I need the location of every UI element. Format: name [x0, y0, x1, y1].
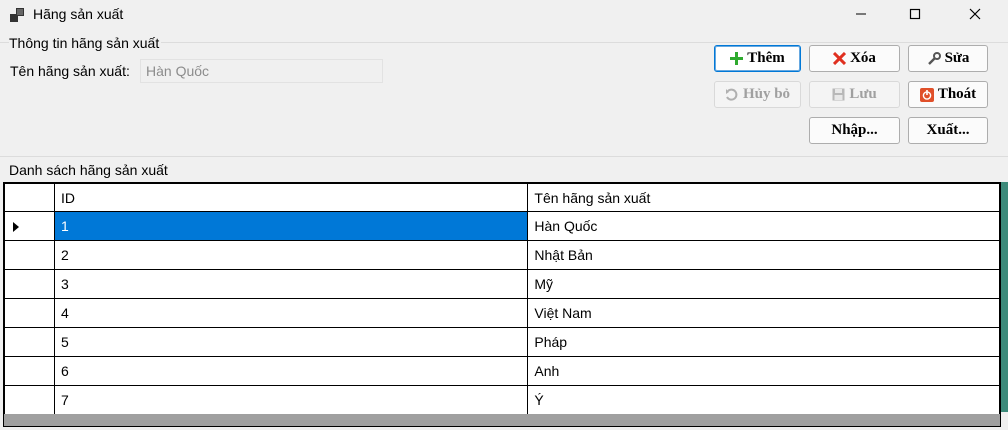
title-bar: Hãng sản xuất — [0, 0, 1008, 30]
list-group-legend: Danh sách hãng sản xuất — [9, 162, 168, 178]
row-header[interactable] — [4, 385, 55, 415]
import-button[interactable]: Nhập... — [809, 117, 900, 144]
cell-id[interactable]: 6 — [53, 356, 529, 386]
add-button[interactable]: Thêm — [714, 45, 801, 72]
row-header[interactable] — [4, 269, 55, 299]
cell-id[interactable]: 7 — [53, 385, 529, 415]
cell-id[interactable]: 2 — [53, 240, 529, 270]
row-header[interactable] — [4, 240, 55, 270]
name-input[interactable] — [140, 59, 383, 83]
cell-name[interactable]: Pháp — [527, 327, 1000, 357]
import-button-label: Nhập... — [831, 122, 878, 138]
undo-icon — [725, 88, 738, 101]
window-title: Hãng sản xuất — [33, 6, 124, 22]
minimize-button[interactable] — [838, 0, 884, 28]
save-button-label: Lưu — [849, 86, 877, 102]
cell-name[interactable]: Anh — [527, 356, 1000, 386]
table-row[interactable]: 5 Pháp — [4, 327, 1000, 357]
delete-button[interactable]: Xóa — [809, 45, 900, 72]
table-row[interactable]: 1 Hàn Quốc — [4, 211, 1000, 241]
row-arrow-icon — [13, 222, 19, 232]
cell-name[interactable]: Hàn Quốc — [527, 211, 1000, 241]
cancel-button-label: Hủy bỏ — [742, 86, 791, 102]
wrench-icon — [927, 51, 941, 65]
edit-button[interactable]: Sửa — [908, 45, 988, 72]
cell-id[interactable]: 5 — [53, 327, 529, 357]
grid-corner-header[interactable] — [4, 183, 55, 212]
cancel-button[interactable]: Hủy bỏ — [714, 81, 801, 108]
table-row[interactable]: 4 Việt Nam — [4, 298, 1000, 328]
column-header-name[interactable]: Tên hãng sản xuất — [527, 183, 1000, 212]
grid-header-row: ID Tên hãng sản xuất — [4, 183, 1000, 212]
grid-empty-area — [4, 414, 1000, 426]
minimize-icon — [856, 13, 866, 15]
cell-id[interactable]: 1 — [53, 211, 529, 241]
row-header[interactable] — [4, 327, 55, 357]
exit-button-label: Thoát — [937, 86, 977, 102]
export-button[interactable]: Xuất... — [908, 117, 988, 144]
power-icon — [919, 87, 934, 102]
maximize-icon — [909, 8, 921, 20]
column-header-id[interactable]: ID — [53, 183, 529, 212]
table-row[interactable]: 6 Anh — [4, 356, 1000, 386]
plus-icon — [730, 52, 744, 65]
grid-table: ID Tên hãng sản xuất 1 Hàn Quốc 2 Nhật B… — [4, 183, 1000, 415]
cell-name[interactable]: Mỹ — [527, 269, 1000, 299]
row-header[interactable] — [4, 356, 55, 386]
cell-name[interactable]: Việt Nam — [527, 298, 1000, 328]
maximize-button[interactable] — [892, 0, 938, 28]
row-header[interactable] — [4, 211, 55, 241]
cell-name[interactable]: Nhật Bản — [527, 240, 1000, 270]
edit-button-label: Sửa — [944, 50, 970, 66]
table-row[interactable]: 3 Mỹ — [4, 269, 1000, 299]
exit-button[interactable]: Thoát — [908, 81, 988, 108]
add-button-label: Thêm — [747, 50, 785, 66]
cell-name[interactable]: Ý — [527, 385, 1000, 415]
info-group-legend: Thông tin hãng sản xuất — [9, 35, 162, 51]
floppy-icon — [832, 88, 845, 101]
table-row[interactable]: 7 Ý — [4, 385, 1000, 415]
app-icon — [10, 8, 24, 22]
manufacturer-grid[interactable]: ID Tên hãng sản xuất 1 Hàn Quốc 2 Nhật B… — [3, 182, 1001, 427]
export-button-label: Xuất... — [926, 122, 970, 138]
background-window-edge — [1001, 182, 1008, 412]
cell-id[interactable]: 3 — [53, 269, 529, 299]
row-header[interactable] — [4, 298, 55, 328]
table-row[interactable]: 2 Nhật Bản — [4, 240, 1000, 270]
name-label: Tên hãng sản xuất: — [10, 63, 130, 79]
close-window-button[interactable] — [952, 0, 998, 28]
save-button[interactable]: Lưu — [809, 81, 900, 108]
delete-button-label: Xóa — [850, 50, 876, 66]
cell-id[interactable]: 4 — [53, 298, 529, 328]
x-icon — [833, 52, 847, 65]
close-icon — [969, 8, 981, 20]
